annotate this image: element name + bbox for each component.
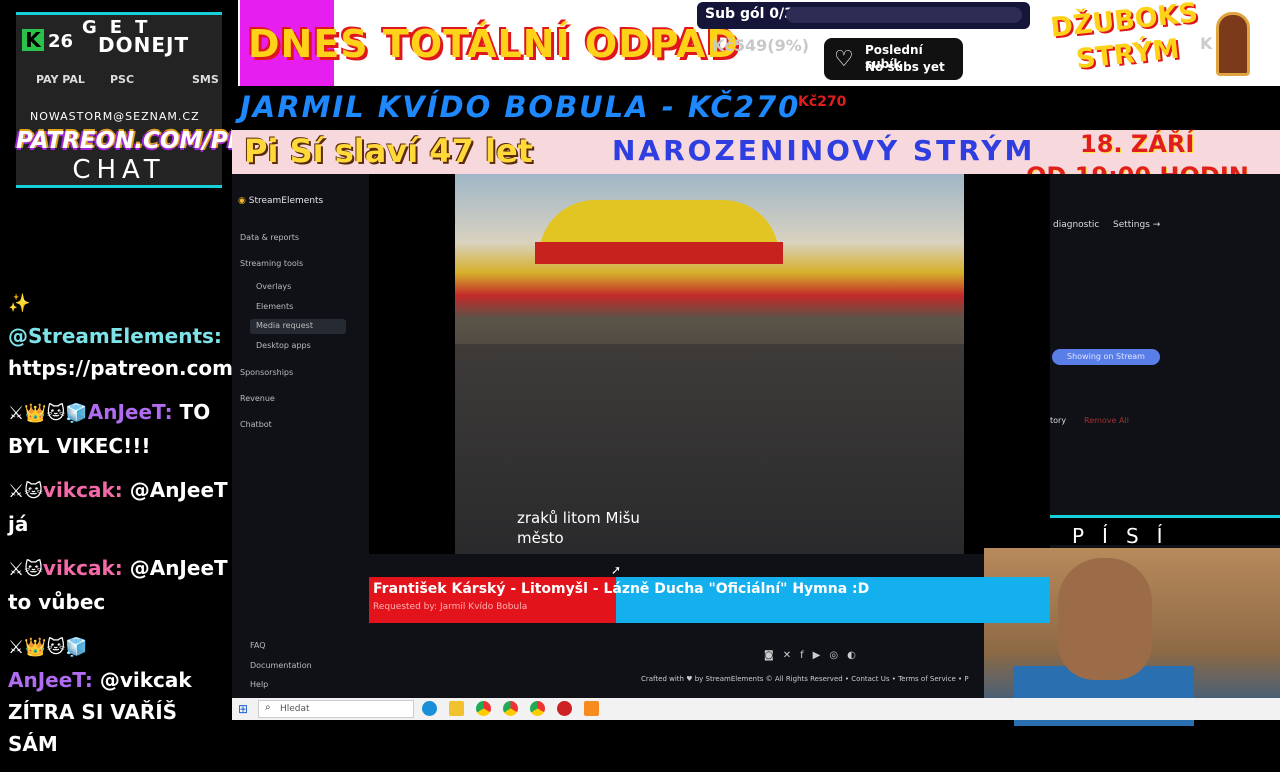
chrome-icon[interactable] (476, 701, 491, 716)
taskbar: ⊞ ⌕ Hledat (232, 698, 1280, 720)
donate-email: NOWASTORM@SEZNAM.CZ (30, 110, 200, 123)
showing-on-stream-button[interactable]: Showing on Stream (1052, 349, 1160, 365)
chat-message: ⚔🐱vikcak: @AnJeeT já (8, 474, 233, 540)
subtitle-line-1: zraků litom Mišu (517, 509, 640, 527)
se-item-sponsorships[interactable]: Sponsorships (240, 368, 293, 377)
se-brand: StreamElements (248, 196, 324, 206)
webcam-face (1058, 558, 1152, 680)
paypal-icon: PAY PAL (36, 73, 85, 86)
top-donor: JARMIL KVÍDO BOBULA - KČ270 (240, 90, 801, 124)
se-item-elements[interactable]: Elements (256, 302, 293, 311)
media-video[interactable]: zraků litom Mišu město (369, 174, 1050, 554)
se-item-data-reports[interactable]: Data & reports (240, 233, 299, 242)
heart-icon: ♡ (834, 47, 854, 72)
vlc-icon[interactable] (584, 701, 599, 716)
chat-badge-icon: ✨ (8, 293, 31, 314)
sub-goal-progress (786, 7, 1022, 23)
se-item-streaming-tools[interactable]: Streaming tools (240, 259, 303, 268)
chat-badge-icon: ⚔👑🐱🧊 (8, 403, 88, 424)
se-item-overlays[interactable]: Overlays (256, 282, 291, 291)
diagnostic-link[interactable]: diagnostic (1053, 220, 1099, 230)
chat-message: ⚔👑🐱🧊AnJeeT: TO BYL VIKEC!!! (8, 396, 233, 462)
donejt-label: DONEJT (98, 33, 190, 57)
se-item-media-request[interactable]: Media request (256, 321, 313, 330)
discord-icon[interactable]: ◐ (847, 650, 865, 661)
stage-banner (535, 242, 783, 264)
donate-count: 26 (48, 31, 74, 52)
se-right-panel: diagnostic Settings → Showing on Stream … (1050, 174, 1280, 514)
youtube-icon[interactable]: ▶ (813, 650, 830, 661)
se-logo-icon: ◉ (238, 196, 246, 206)
chat-heading: CHAT (72, 155, 166, 185)
facebook-icon[interactable]: f (800, 650, 813, 661)
subtitle-line-2: město (517, 529, 564, 547)
chat-badge-icon: ⚔👑🐱🧊 (8, 637, 88, 658)
instagram-icon[interactable]: ◎ (829, 650, 847, 661)
remove-all-button[interactable]: Remove All (1084, 416, 1129, 425)
k-badge: K (22, 29, 44, 51)
donate-box: K 26 GET DONEJT PAY PAL PSC SMS NOWASTOR… (16, 12, 262, 188)
chat-badge-icon: ⚔🐱 (8, 559, 43, 580)
app-icon[interactable] (557, 701, 572, 716)
cam-label: PÍSÍ (1050, 515, 1280, 548)
birthday-bar: Pi Sí slaví 47 let NAROZENINOVÝ STRÝM 18… (232, 130, 1280, 190)
se-help-link[interactable]: Help (250, 680, 268, 689)
webcam (984, 548, 1280, 726)
headline: DNES TOTÁLNÍ ODPAD (248, 22, 740, 66)
chat-username: vikcak: (42, 556, 123, 580)
chat-messages: ✨ @StreamElements: https://patreon.com/P… (8, 286, 283, 772)
x-icon[interactable]: ✕ (783, 650, 800, 661)
chrome-icon[interactable] (503, 701, 518, 716)
chat-message: ⚔🐱vikcak: @AnJeeT to vůbec (8, 552, 233, 618)
se-item-desktop-apps[interactable]: Desktop apps (256, 341, 311, 350)
edge-icon[interactable] (422, 701, 437, 716)
chat-message: ✨ @StreamElements: https://patreon.com/P… (8, 286, 283, 384)
now-playing-requester: Requested by: Jarmil Kvído Bobula (373, 602, 528, 612)
chat-message: ⚔👑🐱🧊 AnJeeT: @vikcak ZÍTRA SI VAŘÍŠ SÁM (8, 630, 233, 760)
sub-goal: Sub gól 0/3 (697, 2, 1030, 29)
se-docs-link[interactable]: Documentation (250, 661, 312, 670)
se-item-revenue[interactable]: Revenue (240, 394, 275, 403)
folder-icon[interactable] (449, 701, 464, 716)
windows-start-icon[interactable]: ⊞ (238, 702, 248, 716)
birthday-date: 18. ZÁŘÍ (1080, 130, 1195, 158)
se-logo[interactable]: ◉ StreamElements (238, 196, 323, 206)
se-sidebar: ◉ StreamElements Data & reports Streamin… (232, 174, 350, 698)
goal-amount: Kč549(9%) (712, 36, 810, 55)
sms-icon: SMS (192, 73, 219, 86)
se-item-chatbot[interactable]: Chatbot (240, 420, 272, 429)
chrome-icon[interactable] (530, 701, 545, 716)
now-playing-bar: František Kárský - Litomyšl - Lázně Duch… (369, 577, 1050, 623)
chat-username: AnJeeT: (8, 668, 93, 692)
se-faq-link[interactable]: FAQ (250, 641, 266, 650)
last-sub-value: No subs yet (865, 60, 945, 74)
video-subtitle: zraků litom Mišu město (517, 508, 640, 548)
sub-goal-label: Sub gól 0/3 (705, 6, 794, 22)
chat-username: @StreamElements: (8, 324, 222, 348)
se-footer-text: Crafted with ♥ by StreamElements © All R… (641, 675, 969, 683)
twitch-icon[interactable]: ◙ (764, 650, 783, 661)
mouse-cursor-icon: ➚ (611, 563, 622, 577)
last-sub-box: ♡ Poslední subík No subs yet (824, 38, 963, 80)
top-donor-amount: Kč270 (798, 94, 847, 110)
birthday-left: Pi Sí slaví 47 let (244, 132, 533, 170)
psc-icon: PSC (110, 73, 135, 86)
search-icon: ⌕ (265, 702, 271, 713)
patreon-link: PATREON.COM/PISI (16, 128, 262, 154)
cam-label-text: PÍSÍ (1072, 524, 1181, 548)
history-label[interactable]: tory (1050, 416, 1066, 425)
taskbar-search[interactable]: ⌕ Hledat (258, 700, 414, 718)
settings-link[interactable]: Settings → (1113, 220, 1160, 230)
chat-badge-icon: ⚔🐱 (8, 481, 43, 502)
search-placeholder: Hledat (280, 704, 310, 714)
social-icons: ◙✕f▶◎◐ (764, 650, 865, 661)
birthday-center: NAROZENINOVÝ STRÝM (612, 134, 1036, 167)
now-playing-title: František Kárský - Litomyšl - Lázně Duch… (373, 581, 870, 597)
chat-username: vikcak: (42, 478, 123, 502)
chat-username: AnJeeT: (87, 400, 173, 424)
donor-bar: JARMIL KVÍDO BOBULA - KČ270 Kč270 (232, 86, 1280, 130)
jukebox-icon (1216, 12, 1250, 76)
